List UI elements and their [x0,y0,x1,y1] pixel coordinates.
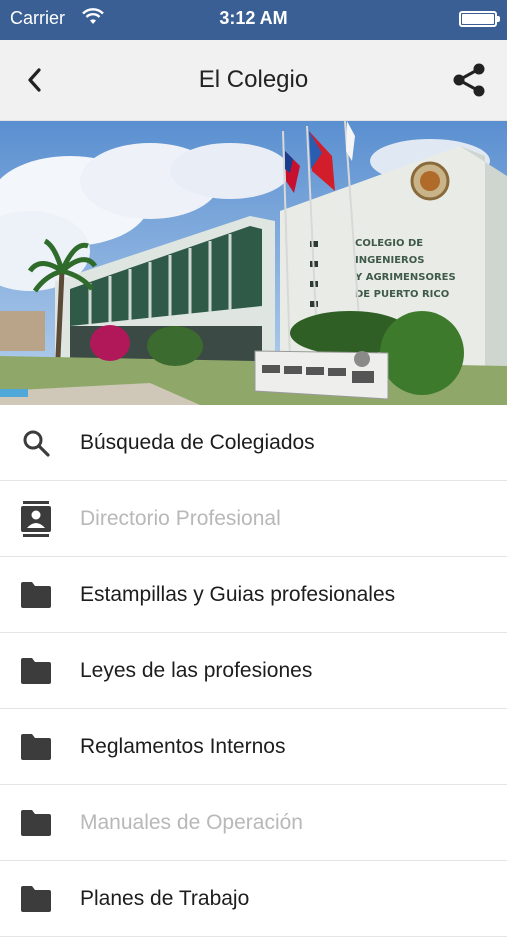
share-icon[interactable] [449,60,489,100]
navigation-bar: El Colegio [0,40,507,121]
building-sign-line-1: COLEGIO DE [355,238,423,249]
search-icon [18,425,54,461]
battery-fill [462,14,494,24]
status-bar: Carrier 3:12 AM [0,0,507,40]
menu-list: Búsqueda de Colegiados Directorio Profesi… [0,405,507,937]
folder-icon [18,653,54,689]
folder-icon [18,881,54,917]
building-sign-line-3: Y AGRIMENSORES [354,272,456,283]
menu-item: Manuales de Operación [0,785,507,861]
clock: 3:12 AM [219,8,288,28]
page-title: El Colegio [198,66,309,93]
folder-icon [18,805,54,841]
folder-icon [18,577,54,613]
menu-item[interactable]: Planes de Trabajo [0,861,507,937]
building-photo: COLEGIO DE INGENIEROS Y AGRIMENSORES DE … [0,121,507,405]
building-sign-line-2: INGENIEROS [355,255,424,266]
menu-item[interactable]: Estampillas y Guias profesionales [0,557,507,633]
menu-item-label: Estampillas y Guias profesionales [80,582,396,606]
battery-icon [459,11,500,27]
menu-item-label: Leyes de las profesiones [80,658,313,682]
menu-item-label: Reglamentos Internos [80,734,286,758]
menu-item[interactable]: Leyes de las profesiones [0,633,507,709]
menu-item[interactable]: Búsqueda de Colegiados [0,405,507,481]
menu-item-label: Planes de Trabajo [80,886,250,910]
menu-item: Directorio Profesional [0,481,507,557]
building-sign-line-4: DE PUERTO RICO [355,289,449,300]
menu-item-label: Directorio Profesional [80,506,281,530]
menu-item-label: Búsqueda de Colegiados [80,430,315,454]
hero-image: COLEGIO DE INGENIEROS Y AGRIMENSORES DE … [0,121,507,405]
menu-item-label: Manuales de Operación [80,810,303,834]
menu-item[interactable]: Reglamentos Internos [0,709,507,785]
folder-icon [18,729,54,765]
contact-book-icon [18,500,54,537]
